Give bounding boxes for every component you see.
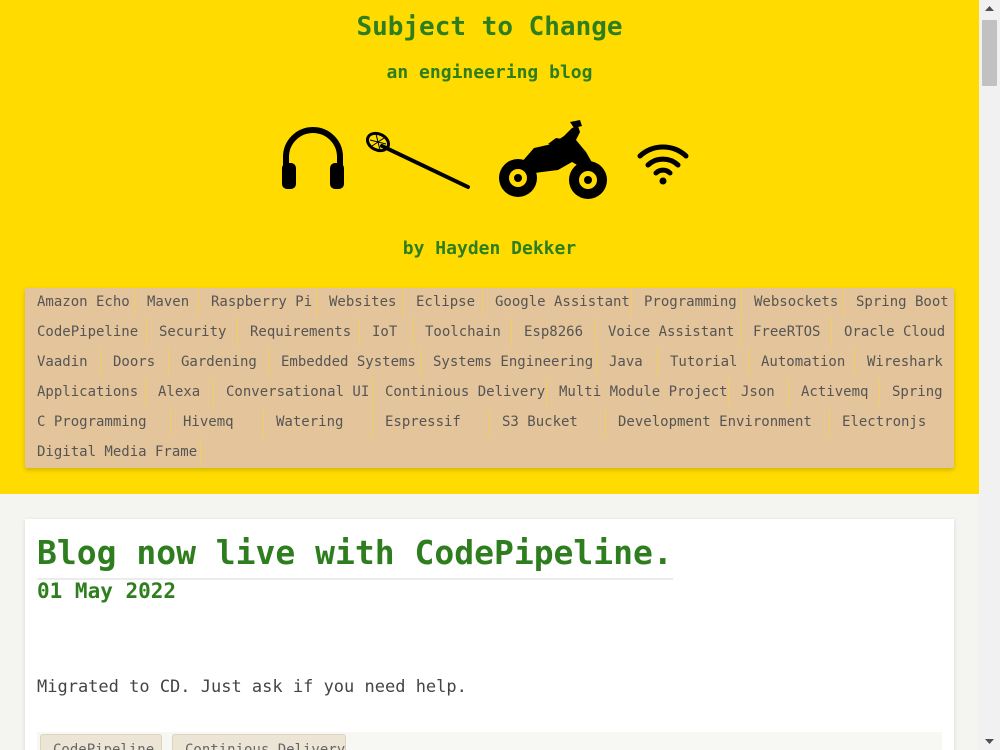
tag-link[interactable]: Tutorial xyxy=(658,348,749,377)
tag-link[interactable]: Raspberry Pi xyxy=(199,288,317,317)
motorcycle-icon xyxy=(499,120,607,199)
scroll-up-arrow-icon[interactable] xyxy=(979,0,1000,17)
blog-post-card: Blog now live with CodePipeline. 01 May … xyxy=(25,519,954,750)
tag-link[interactable]: Gardening xyxy=(169,348,269,377)
tag-link[interactable]: Esp8266 xyxy=(512,318,596,347)
scrollbar-thumb[interactable] xyxy=(982,20,997,86)
tag-link[interactable]: Eclipse xyxy=(404,288,483,317)
tag-link[interactable]: Websockets xyxy=(742,288,844,317)
tag-link[interactable]: Json xyxy=(729,378,789,407)
tag-link[interactable]: Maven xyxy=(135,288,199,317)
tag-link[interactable]: Alexa xyxy=(146,378,214,407)
tag-link[interactable]: Amazon Echo xyxy=(25,288,135,317)
tag-link[interactable]: Embedded Systems xyxy=(269,348,421,377)
tag-link[interactable]: S3 Bucket xyxy=(490,408,606,437)
tag-link[interactable]: Java xyxy=(597,348,658,377)
tag-link[interactable]: Spring xyxy=(880,378,954,407)
tag-link[interactable]: CodePipeline xyxy=(25,318,147,347)
tag-link[interactable]: Continious Delivery xyxy=(373,378,547,407)
tag-link[interactable]: Conversational UI xyxy=(214,378,373,407)
wifi-icon xyxy=(637,144,689,185)
site-subtitle: an engineering blog xyxy=(386,62,593,83)
tag-link[interactable]: Wireshark xyxy=(855,348,954,377)
tag-link[interactable]: Activemq xyxy=(789,378,880,407)
post-tag-link[interactable]: Continious Delivery xyxy=(172,734,346,750)
tag-link[interactable]: Hivemq xyxy=(171,408,264,437)
tag-link[interactable]: Oracle Cloud xyxy=(832,318,954,347)
tag-link[interactable]: Security xyxy=(147,318,238,347)
tag-link[interactable]: Digital Media Frame xyxy=(25,438,201,467)
tag-link[interactable]: Toolchain xyxy=(413,318,512,347)
tag-link[interactable]: Voice Assistant xyxy=(596,318,741,347)
tag-link[interactable]: Multi Module Project xyxy=(547,378,729,407)
page: Subject to Change an engineering blog by… xyxy=(0,0,979,750)
tag-link[interactable]: IoT xyxy=(360,318,413,347)
tag-cloud: Amazon Echo Maven Raspberry Pi Websites … xyxy=(25,288,954,468)
tag-link[interactable]: FreeRTOS xyxy=(741,318,832,347)
tag-link[interactable]: Automation xyxy=(749,348,855,377)
post-tag-link[interactable]: CodePipeline xyxy=(40,734,162,750)
headphones-icon xyxy=(282,127,344,189)
lacrosse-stick-icon xyxy=(366,131,470,189)
tag-link[interactable]: Google Assistant xyxy=(483,288,632,317)
byline: by Hayden Dekker xyxy=(402,238,577,259)
vertical-scrollbar[interactable] xyxy=(979,0,1000,750)
tag-link[interactable]: Systems Engineering xyxy=(421,348,597,377)
tag-link[interactable]: Electronjs xyxy=(830,408,954,437)
scroll-down-arrow-icon[interactable] xyxy=(979,733,1000,750)
tag-link[interactable]: Applications xyxy=(25,378,146,407)
post-body: Migrated to CD. Just ask if you need hel… xyxy=(37,677,467,697)
tag-link[interactable]: Spring Boot xyxy=(844,288,954,317)
tag-link[interactable]: Programming xyxy=(632,288,742,317)
post-date: 01 May 2022 xyxy=(37,579,177,603)
tag-link[interactable]: Espressif xyxy=(373,408,490,437)
site-header: Subject to Change an engineering blog by… xyxy=(0,0,979,494)
post-tags: CodePipeline Continious Delivery xyxy=(37,732,942,750)
tag-link[interactable]: Requirements xyxy=(238,318,360,347)
tag-link[interactable]: Development Environment xyxy=(606,408,830,437)
tag-link[interactable]: C Programming xyxy=(25,408,171,437)
site-title[interactable]: Subject to Change xyxy=(0,12,979,42)
tag-link[interactable]: Doors xyxy=(101,348,169,377)
tag-link[interactable]: Websites xyxy=(317,288,404,317)
post-title[interactable]: Blog now live with CodePipeline. xyxy=(37,533,673,580)
tag-link[interactable]: Vaadin xyxy=(25,348,101,377)
tag-link[interactable]: Watering xyxy=(264,408,373,437)
